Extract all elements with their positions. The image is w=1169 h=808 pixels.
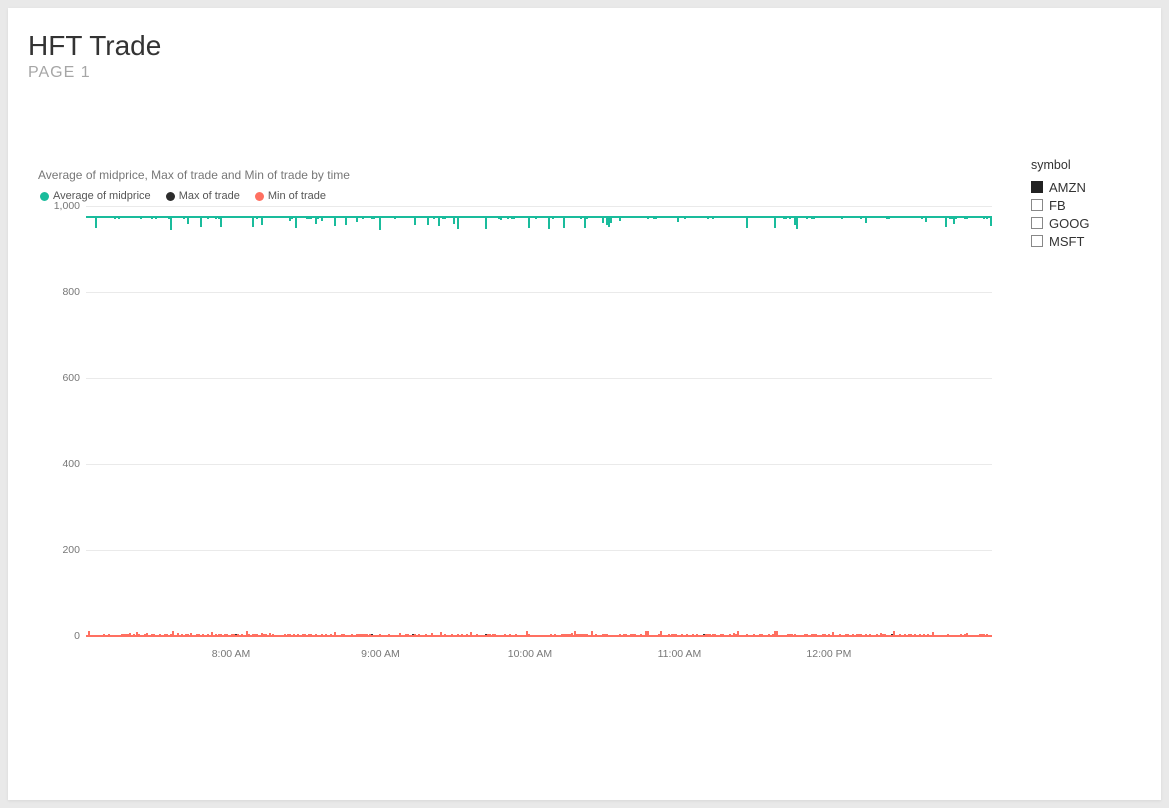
checkbox-icon[interactable] (1031, 199, 1043, 211)
checkbox-icon[interactable] (1031, 217, 1043, 229)
legend-swatch-max-trade[interactable] (166, 192, 175, 201)
gridline (86, 378, 992, 379)
x-axis-tick: 12:00 PM (806, 648, 851, 660)
gridline (86, 206, 992, 207)
slicer-item-fb[interactable]: FB (1031, 196, 1141, 214)
slicer-item-msft[interactable]: MSFT (1031, 232, 1141, 250)
report-subtitle: PAGE 1 (28, 64, 161, 82)
y-axis-tick: 0 (50, 630, 80, 642)
y-axis-tick: 200 (50, 544, 80, 556)
x-axis-tick: 10:00 AM (508, 648, 552, 660)
slicer-item-goog[interactable]: GOOG (1031, 214, 1141, 232)
x-axis-tick: 11:00 AM (658, 648, 702, 660)
report-canvas: HFT Trade PAGE 1 Average of midprice, Ma… (8, 8, 1161, 800)
plot-inner[interactable]: 02004006008001,0008:00 AM9:00 AM10:00 AM… (86, 206, 992, 636)
checkbox-icon[interactable] (1031, 235, 1043, 247)
x-axis-tick: 9:00 AM (361, 648, 400, 660)
legend-swatch-avg-midprice[interactable] (40, 192, 49, 201)
slicer-item-label: GOOG (1049, 216, 1089, 231)
gridline (86, 292, 992, 293)
symbol-slicer[interactable]: symbol AMZN FB GOOG MSFT (1031, 158, 1141, 250)
slicer-title: symbol (1031, 158, 1141, 172)
checkbox-icon[interactable] (1031, 181, 1043, 193)
legend-label-max-trade[interactable]: Max of trade (179, 190, 240, 202)
plot-area[interactable]: 02004006008001,0008:00 AM9:00 AM10:00 AM… (52, 206, 992, 676)
y-axis-tick: 600 (50, 372, 80, 384)
report-title: HFT Trade (28, 30, 161, 62)
gridline (86, 550, 992, 551)
x-axis-tick: 8:00 AM (212, 648, 251, 660)
title-block: HFT Trade PAGE 1 (28, 30, 161, 82)
chart-visual[interactable]: Average of midprice, Max of trade and Mi… (38, 168, 998, 738)
gridline (86, 464, 992, 465)
slicer-item-label: AMZN (1049, 180, 1086, 195)
chart-title: Average of midprice, Max of trade and Mi… (38, 168, 998, 182)
legend-swatch-min-trade[interactable] (255, 192, 264, 201)
slicer-item-amzn[interactable]: AMZN (1031, 178, 1141, 196)
chart-legend: Average of midprice Max of trade Min of … (38, 190, 998, 202)
y-axis-tick: 400 (50, 458, 80, 470)
y-axis-tick: 1,000 (50, 200, 80, 212)
slicer-item-label: MSFT (1049, 234, 1084, 249)
legend-label-min-trade[interactable]: Min of trade (268, 190, 326, 202)
slicer-item-label: FB (1049, 198, 1066, 213)
y-axis-tick: 800 (50, 286, 80, 298)
